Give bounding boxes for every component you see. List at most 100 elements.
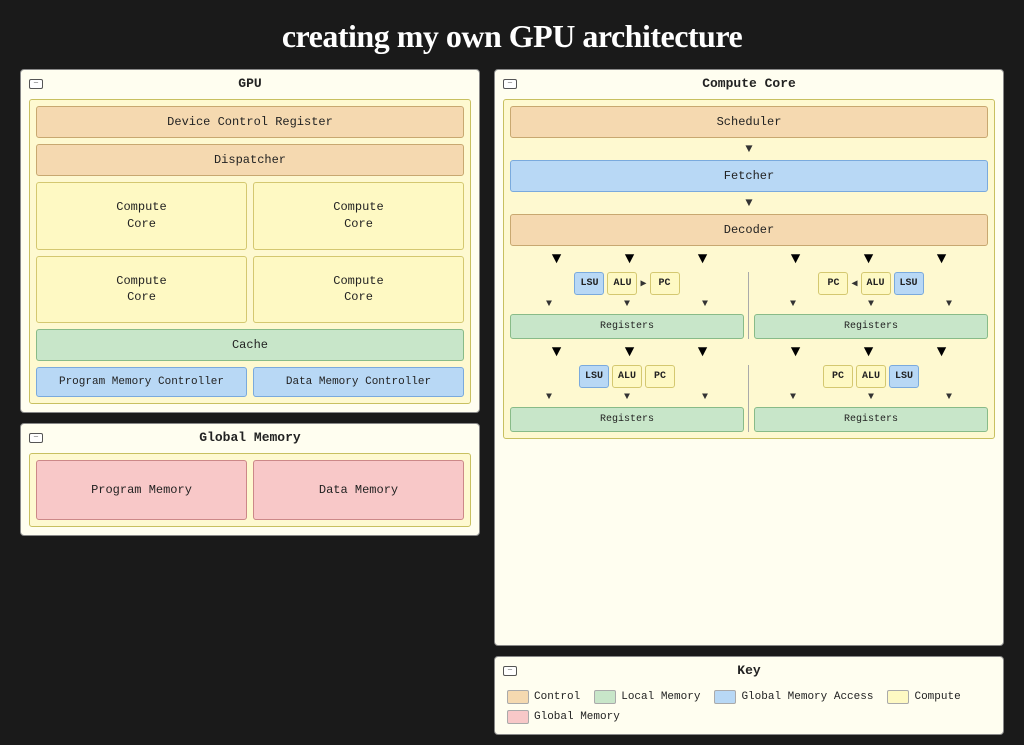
- key-control: Control: [507, 690, 580, 704]
- gpu-inner: Device Control Register Dispatcher Compu…: [29, 99, 471, 404]
- compute-core-1: ComputeCore: [36, 182, 247, 250]
- pc-2: PC: [818, 272, 848, 295]
- key-global-access: Global Memory Access: [714, 690, 873, 704]
- arrow-pc-alu-2: ◀: [851, 278, 857, 290]
- dispatcher: Dispatcher: [36, 144, 464, 176]
- lsu-1: LSU: [574, 272, 604, 295]
- compute-core-2: ComputeCore: [253, 182, 464, 250]
- cache: Cache: [36, 329, 464, 361]
- alu-3: ALU: [612, 365, 642, 388]
- cc-panel-title: Compute Core: [702, 76, 796, 91]
- gpu-title-bar: GPU: [29, 76, 471, 91]
- alu-2: ALU: [861, 272, 891, 295]
- key-compute-swatch: [887, 690, 909, 704]
- left-column: GPU Device Control Register Dispatcher C…: [20, 69, 480, 735]
- cc-inner: Scheduler ▼ Fetcher ▼ Decoder ▼ ▼ ▼ ▼ ▼ …: [503, 99, 995, 439]
- compute-core-3: ComputeCore: [36, 256, 247, 324]
- alu-4: ALU: [856, 365, 886, 388]
- group3-arrows-down: ▼▼▼: [510, 392, 744, 403]
- arrow-sched-fetch: ▼: [510, 143, 988, 155]
- arr7: ▼: [552, 343, 562, 361]
- arr12: ▼: [937, 343, 947, 361]
- key-local-mem-swatch: [594, 690, 616, 704]
- group4-arrows-down: ▼▼▼: [754, 392, 988, 403]
- global-memory-panel: Global Memory Program Memory Data Memory: [20, 423, 480, 536]
- group1-arrows-down: ▼▼▼: [510, 299, 744, 310]
- device-control-register: Device Control Register: [36, 106, 464, 138]
- key-global-mem-label: Global Memory: [534, 711, 620, 723]
- arr2: ▼: [625, 250, 635, 268]
- arr5: ▼: [864, 250, 874, 268]
- cores-grid: ComputeCore ComputeCore ComputeCore Comp…: [36, 182, 464, 323]
- pc-4: PC: [823, 365, 853, 388]
- cc-panel-icon: [503, 79, 517, 89]
- group2-arrows-down: ▼▼▼: [754, 299, 988, 310]
- sub-units-2: PC ◀ ALU LSU: [754, 272, 988, 295]
- unit-group-4: PC ALU LSU ▼▼▼ Registers: [754, 365, 988, 432]
- pc-1: PC: [650, 272, 680, 295]
- key-global-mem-swatch: [507, 710, 529, 724]
- global-mem-panel-title: Global Memory: [199, 430, 300, 445]
- gpu-panel: GPU Device Control Register Dispatcher C…: [20, 69, 480, 413]
- gpu-panel-title: GPU: [238, 76, 261, 91]
- arr1: ▼: [552, 250, 562, 268]
- compute-core-4: ComputeCore: [253, 256, 464, 324]
- data-memory: Data Memory: [253, 460, 464, 520]
- lsu-2: LSU: [894, 272, 924, 295]
- global-mem-title-bar: Global Memory: [29, 430, 471, 445]
- right-column: Compute Core Scheduler ▼ Fetcher ▼ Decod…: [494, 69, 1004, 735]
- units-row-2: LSU ALU PC ▼▼▼ Registers: [510, 365, 988, 432]
- key-global-access-swatch: [714, 690, 736, 704]
- registers-arrows-down: ▼ ▼ ▼ ▼ ▼ ▼: [510, 343, 988, 361]
- arr3: ▼: [698, 250, 708, 268]
- sub-units-4: PC ALU LSU: [754, 365, 988, 388]
- gpu-panel-icon: [29, 79, 43, 89]
- alu-1: ALU: [607, 272, 637, 295]
- arr6: ▼: [937, 250, 947, 268]
- arr11: ▼: [864, 343, 874, 361]
- unit-group-2: PC ◀ ALU LSU ▼▼▼ Registers: [754, 272, 988, 339]
- arr4: ▼: [791, 250, 801, 268]
- registers-4: Registers: [754, 407, 988, 432]
- lsu-4: LSU: [889, 365, 919, 388]
- decoder-arrows: ▼ ▼ ▼ ▼ ▼ ▼: [510, 250, 988, 268]
- data-mem-ctrl: Data Memory Controller: [253, 367, 464, 397]
- key-control-label: Control: [534, 691, 580, 703]
- registers-3: Registers: [510, 407, 744, 432]
- key-compute: Compute: [887, 690, 960, 704]
- prog-mem-ctrl: Program Memory Controller: [36, 367, 247, 397]
- global-mem-panel-icon: [29, 433, 43, 443]
- page-title: creating my own GPU architecture: [282, 18, 742, 55]
- key-panel: Key Control Local Memory Global Memory A…: [494, 656, 1004, 735]
- arr8: ▼: [625, 343, 635, 361]
- key-panel-title: Key: [737, 663, 760, 678]
- arr10: ▼: [791, 343, 801, 361]
- key-title-bar: Key: [503, 663, 995, 678]
- pc-3: PC: [645, 365, 675, 388]
- key-global-mem: Global Memory: [507, 710, 620, 724]
- scheduler: Scheduler: [510, 106, 988, 138]
- main-content: GPU Device Control Register Dispatcher C…: [20, 69, 1004, 735]
- cc-title-bar: Compute Core: [503, 76, 995, 91]
- arr9: ▼: [698, 343, 708, 361]
- program-memory: Program Memory: [36, 460, 247, 520]
- registers-1: Registers: [510, 314, 744, 339]
- global-mem-inner: Program Memory Data Memory: [29, 453, 471, 527]
- arrow-fetch-decode: ▼: [510, 197, 988, 209]
- lsu-3: LSU: [579, 365, 609, 388]
- key-local-mem: Local Memory: [594, 690, 700, 704]
- divider-2: [748, 365, 749, 432]
- key-global-access-label: Global Memory Access: [741, 691, 873, 703]
- controllers-row: Program Memory Controller Data Memory Co…: [36, 367, 464, 397]
- unit-group-3: LSU ALU PC ▼▼▼ Registers: [510, 365, 744, 432]
- key-compute-label: Compute: [914, 691, 960, 703]
- sub-units-1: LSU ALU ▶ PC: [510, 272, 744, 295]
- units-row-1: LSU ALU ▶ PC ▼▼▼ Registers: [510, 272, 988, 339]
- key-inner: Control Local Memory Global Memory Acces…: [503, 686, 995, 726]
- unit-group-1: LSU ALU ▶ PC ▼▼▼ Registers: [510, 272, 744, 339]
- key-control-swatch: [507, 690, 529, 704]
- registers-2: Registers: [754, 314, 988, 339]
- divider-1: [748, 272, 749, 339]
- decoder: Decoder: [510, 214, 988, 246]
- fetcher: Fetcher: [510, 160, 988, 192]
